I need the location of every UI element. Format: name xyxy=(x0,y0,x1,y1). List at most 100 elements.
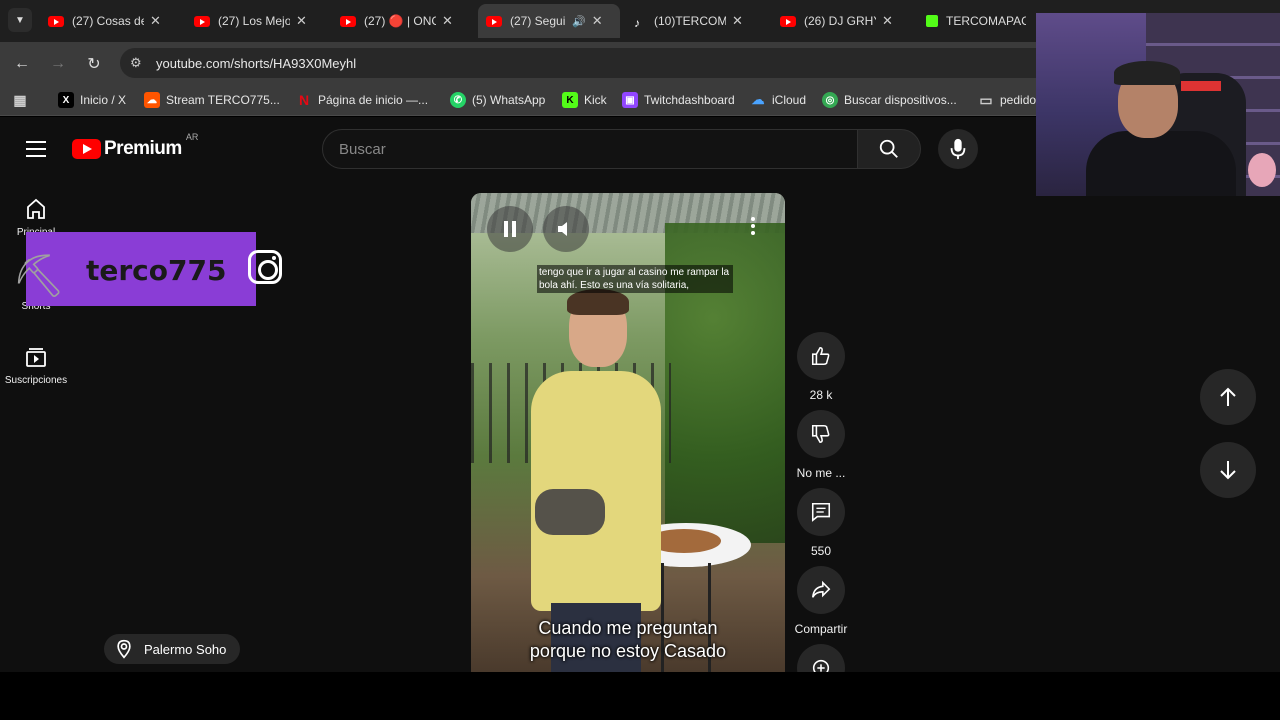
youtube-logo[interactable]: Premium AR xyxy=(72,132,198,160)
tab-label: (27) 🔴 | ONC xyxy=(364,14,436,28)
folder-icon: ▭ xyxy=(979,91,993,108)
bookmark-label: iCloud xyxy=(772,93,807,107)
speaker-icon[interactable]: 🔊 xyxy=(572,15,586,28)
logo-text: Premium xyxy=(104,138,182,159)
tab-search-button[interactable]: ▼ xyxy=(8,8,32,32)
location-chip[interactable]: Palermo Soho xyxy=(104,634,241,664)
netflix-icon: N xyxy=(298,92,310,108)
shorts-video-player[interactable]: tengo que ir a jugar al casino me rampar… xyxy=(471,193,785,672)
share-button[interactable]: Compartir xyxy=(792,566,850,636)
tab-4-active[interactable]: (27) Segui 🔊 ✕ xyxy=(478,4,620,38)
webcam-person-cap xyxy=(1114,61,1180,85)
reload-icon[interactable]: ↻ xyxy=(82,52,106,76)
url-field[interactable]: ⚙ youtube.com/shorts/HA93X0Meyhl xyxy=(120,48,1120,78)
tab-6[interactable]: (26) DJ GRHYI ✕ xyxy=(772,8,912,34)
thumbs-up-icon xyxy=(811,346,830,366)
tab-7[interactable]: TERCOMAPAC xyxy=(918,8,1036,34)
twitch-icon: ▣ xyxy=(622,92,638,108)
back-icon[interactable]: ← xyxy=(10,52,34,76)
pickaxe-icon: ⛏ xyxy=(12,252,66,299)
close-icon[interactable]: ✕ xyxy=(882,13,893,29)
remix-icon xyxy=(812,659,830,672)
tab-label: TERCOMAPAC xyxy=(946,14,1026,28)
sidebar-item-label: Suscripciones xyxy=(4,375,68,386)
bookmark-whatsapp[interactable]: ✆ (5) WhatsApp xyxy=(450,92,545,108)
remix-button[interactable] xyxy=(792,644,850,672)
sidebar-item-subscriptions[interactable]: Suscripciones xyxy=(0,345,72,386)
stream-overlay-banner: ⛏ terco775 xyxy=(12,230,282,312)
bookmark-label: pedido xyxy=(1000,93,1037,107)
location-pin-icon xyxy=(117,639,131,659)
video-scene-person xyxy=(531,289,661,672)
voice-search-button[interactable] xyxy=(938,129,978,169)
arrow-down-icon xyxy=(1220,461,1236,480)
bookmark-netflix[interactable]: N Página de inicio —... xyxy=(296,92,428,108)
webcam-overlay xyxy=(1036,13,1280,196)
youtube-icon xyxy=(340,15,356,27)
bookmark-find-device[interactable]: ◎ Buscar dispositivos... xyxy=(822,92,957,108)
bookmark-label: Kick xyxy=(584,93,607,107)
bookmark-label: Página de inicio —... xyxy=(318,93,429,107)
pause-button[interactable] xyxy=(487,206,533,252)
webcam-person-shirt xyxy=(1086,131,1236,196)
close-icon[interactable]: ✕ xyxy=(296,13,307,29)
bottom-black-bar xyxy=(0,672,1280,720)
thumbs-down-icon xyxy=(811,424,830,444)
caption-line-1: Cuando me preguntan xyxy=(538,618,718,638)
bookmark-icloud[interactable]: ☁ iCloud xyxy=(750,92,807,108)
search-button[interactable] xyxy=(857,129,921,169)
site-info-icon[interactable]: ⚙ xyxy=(130,55,142,71)
tab-2[interactable]: (27) Los Mejo ✕ xyxy=(186,8,326,34)
close-icon[interactable]: ✕ xyxy=(732,13,743,29)
tiktok-icon: ♪ xyxy=(634,15,640,30)
share-label: Compartir xyxy=(794,622,848,636)
volume-button[interactable] xyxy=(543,206,589,252)
x-icon: X xyxy=(58,92,74,108)
like-count: 28 k xyxy=(809,388,833,402)
more-options-icon[interactable] xyxy=(751,217,755,238)
bookmark-folder[interactable]: ▭ pedido xyxy=(978,92,1036,108)
close-icon[interactable]: ✕ xyxy=(150,13,161,29)
bookmark-kick[interactable]: K Kick xyxy=(562,92,607,108)
tab-1[interactable]: (27) Cosas de ✕ xyxy=(40,8,180,34)
tab-5[interactable]: ♪ (10)TERCOMA ✕ xyxy=(626,8,766,34)
bookmark-twitch[interactable]: ▣ Twitchdashboard xyxy=(622,92,735,108)
video-subtitle: tengo que ir a jugar al casino me rampar… xyxy=(537,265,733,293)
kick-icon xyxy=(926,15,938,27)
tab-3[interactable]: (27) 🔴 | ONC ✕ xyxy=(332,8,472,34)
kick-icon: K xyxy=(562,92,578,108)
menu-icon[interactable] xyxy=(26,141,46,157)
search-input[interactable]: Buscar xyxy=(322,129,858,169)
comment-icon xyxy=(811,502,831,522)
like-button[interactable]: 28 k xyxy=(792,332,850,402)
bookmark-label: Inicio / X xyxy=(80,93,127,107)
dislike-button[interactable]: No me ... xyxy=(792,410,850,480)
home-icon xyxy=(27,198,45,219)
instagram-icon xyxy=(248,250,282,284)
icloud-icon: ☁ xyxy=(751,92,765,107)
bookmark-label: (5) WhatsApp xyxy=(472,93,546,107)
comments-button[interactable]: 550 xyxy=(792,488,850,558)
tab-label: (26) DJ GRHYI xyxy=(804,14,876,28)
bookmark-label: Buscar dispositivos... xyxy=(844,93,957,107)
youtube-play-icon xyxy=(72,139,101,159)
dislike-label: No me ... xyxy=(796,466,846,480)
close-icon[interactable]: ✕ xyxy=(592,13,603,29)
next-video-button[interactable] xyxy=(1200,442,1256,498)
bookmark-x[interactable]: X Inicio / X xyxy=(58,92,126,108)
forward-icon[interactable]: → xyxy=(46,52,70,76)
apps-icon[interactable]: ▦ xyxy=(12,92,34,108)
mic-icon xyxy=(950,138,966,160)
close-icon[interactable]: ✕ xyxy=(442,13,453,29)
youtube-icon xyxy=(780,15,796,27)
country-code: AR xyxy=(185,132,199,142)
youtube-icon xyxy=(486,15,502,27)
share-icon xyxy=(811,580,831,598)
location-label: Palermo Soho xyxy=(144,641,227,657)
pause-icon xyxy=(504,221,516,237)
bookmark-soundcloud[interactable]: ☁ Stream TERCO775... xyxy=(144,92,280,108)
tab-label: (27) Segui xyxy=(510,14,566,28)
tab-label: (27) Los Mejo xyxy=(218,14,290,28)
previous-video-button[interactable] xyxy=(1200,369,1256,425)
video-caption: Cuando me preguntan porque no estoy Casa… xyxy=(471,617,785,663)
